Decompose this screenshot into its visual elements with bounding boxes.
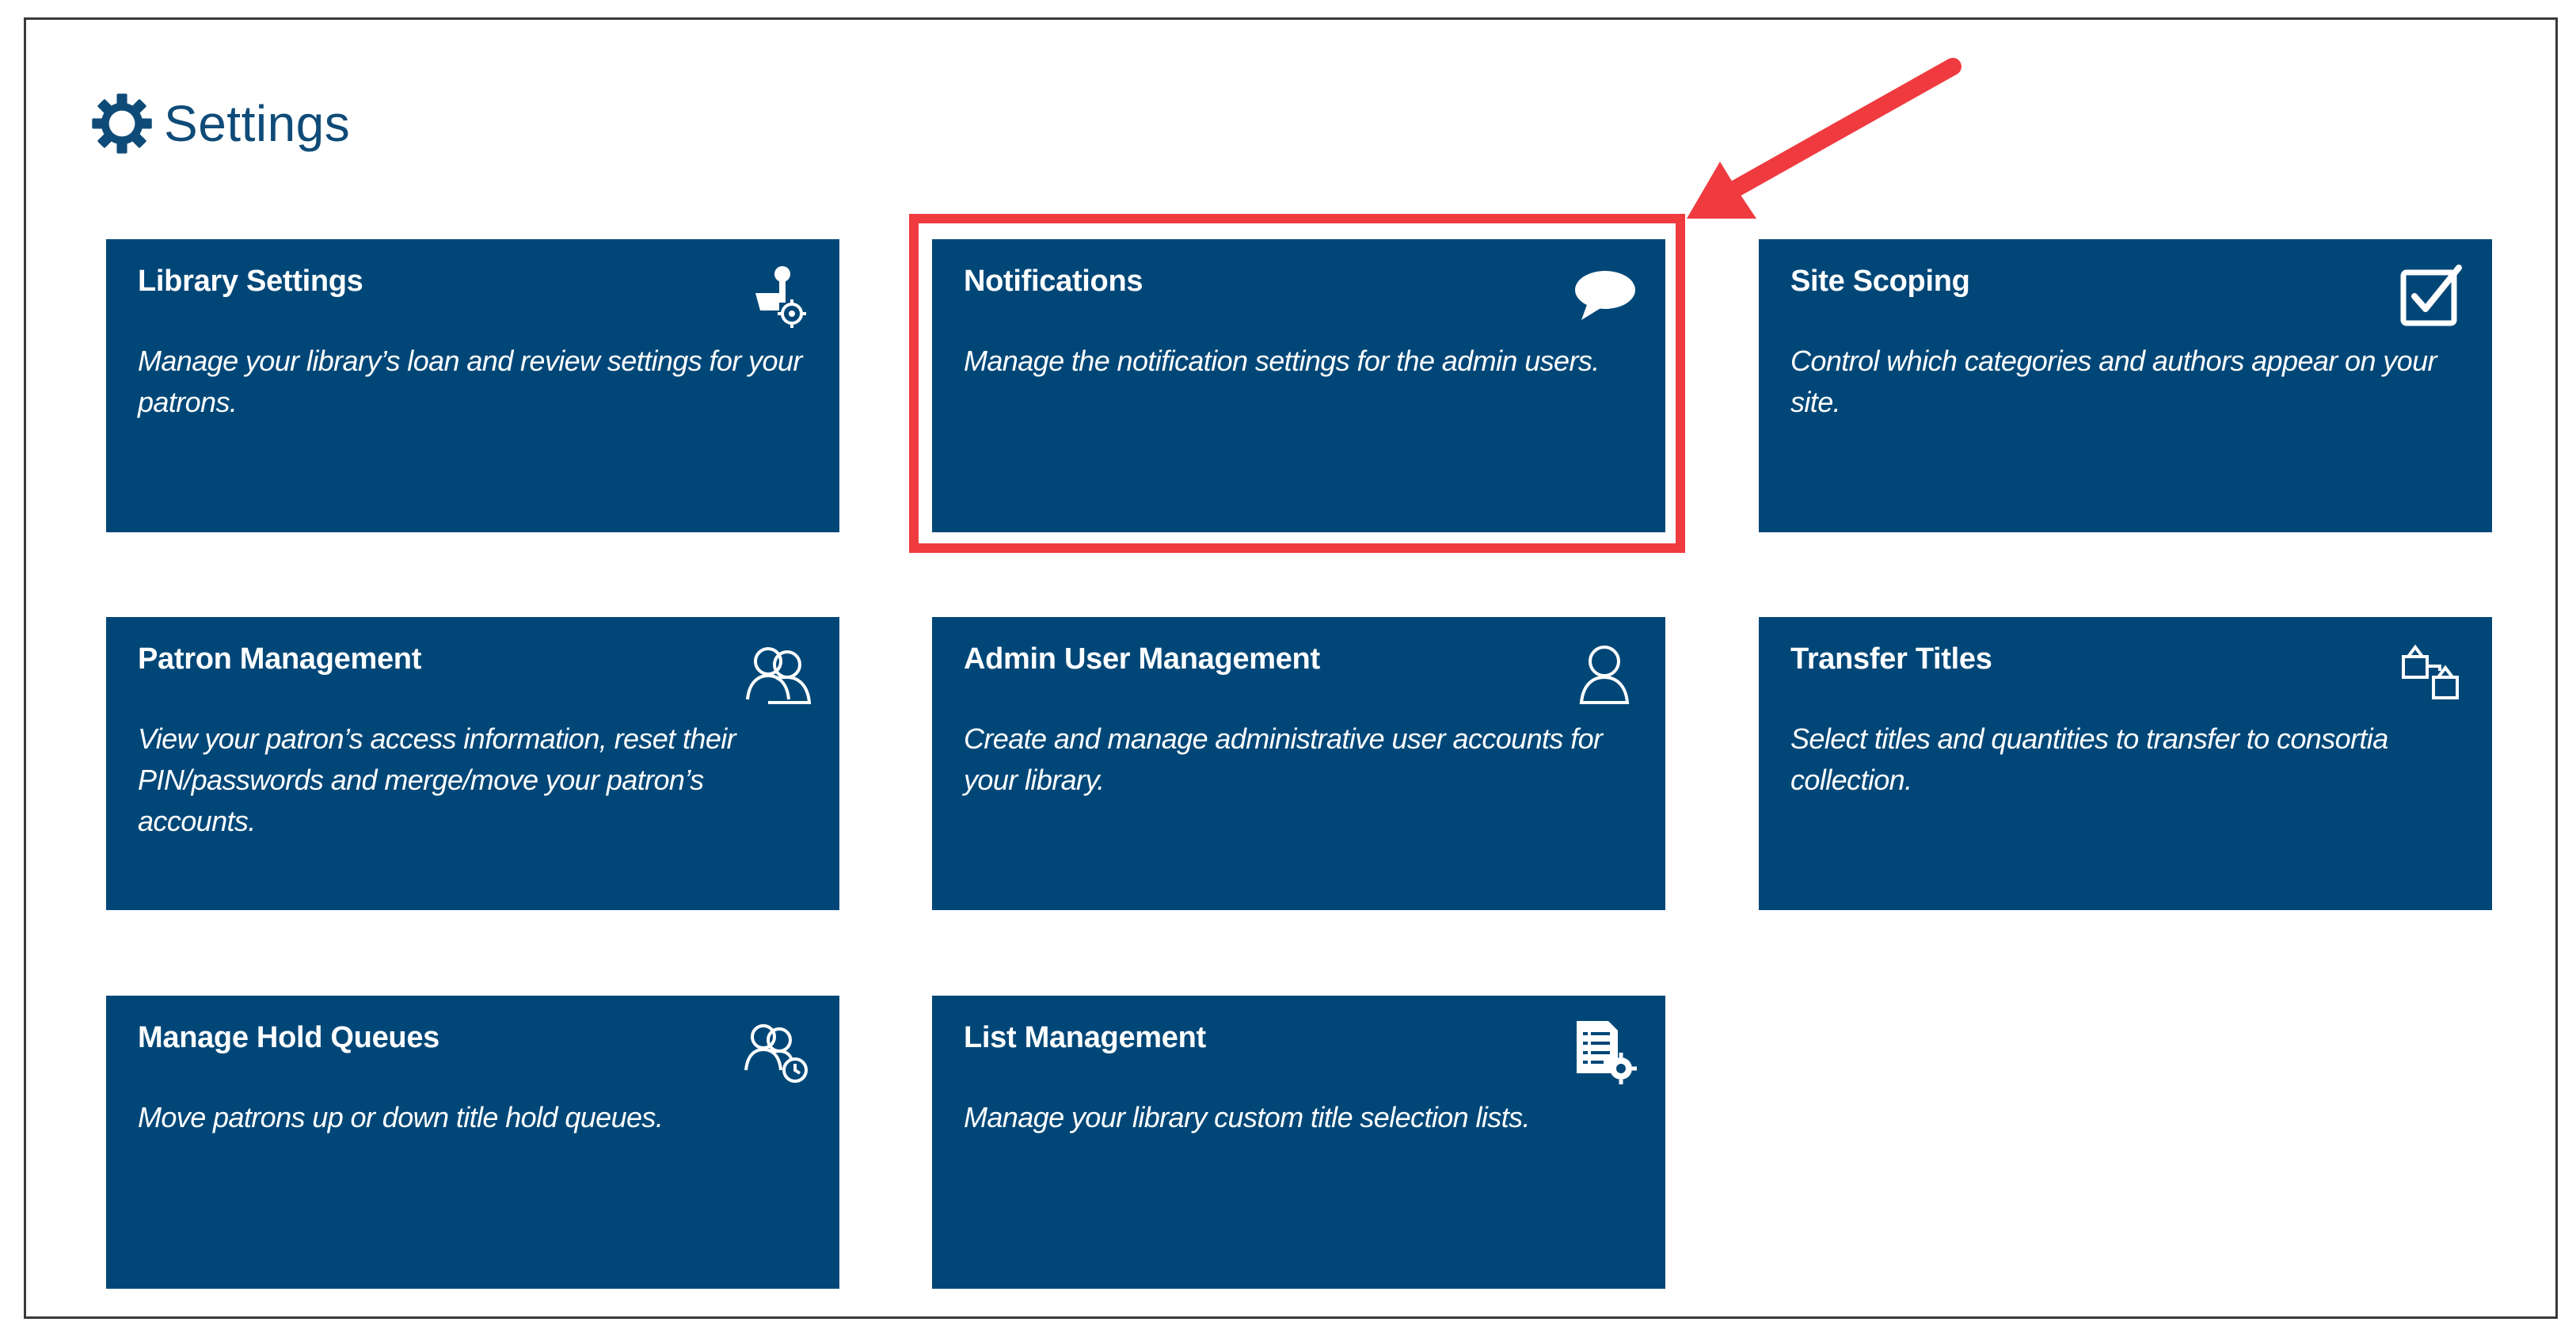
tile-title: Notifications (964, 265, 1143, 298)
tile-title: Site Scoping (1790, 265, 1970, 298)
tile-description: Create and manage administrative user ac… (964, 722, 1603, 796)
tile-title: List Management (964, 1021, 1206, 1054)
tile-admin-user-management[interactable]: Admin User Management Create and manage … (932, 617, 1665, 910)
tile-manage-hold-queues[interactable]: Manage Hold Queues Move patrons up or do… (106, 996, 839, 1289)
tile-description: Move patrons up or down title hold queue… (138, 1101, 664, 1133)
library-settings-icon (744, 261, 812, 330)
list-settings-icon (1570, 1018, 1638, 1086)
transfer-icon (2397, 639, 2465, 707)
hold-queue-icon (744, 1018, 812, 1086)
tile-description: Select titles and quantities to transfer… (1790, 722, 2388, 796)
page-title: Settings (164, 95, 351, 152)
tile-notifications[interactable]: Notifications Manage the notification se… (932, 239, 1665, 532)
page-header: Settings (89, 88, 350, 159)
settings-page: Settings Library Settings Manage your li… (24, 17, 2558, 1319)
tile-title: Admin User Management (964, 642, 1320, 676)
tile-library-settings[interactable]: Library Settings Manage your library’s l… (106, 239, 839, 532)
tile-description: Manage your library custom title selecti… (964, 1101, 1531, 1133)
tile-description: Control which categories and authors app… (1790, 345, 2437, 418)
tile-transfer-titles[interactable]: Transfer Titles Select titles and quanti… (1759, 617, 2492, 910)
tile-patron-management[interactable]: Patron Management View your patron’s acc… (106, 617, 839, 910)
checkbox-checked-icon (2397, 261, 2465, 330)
tile-description: Manage your library’s loan and review se… (138, 345, 802, 418)
tile-list-management[interactable]: List Management Manage your library cust… (932, 996, 1665, 1289)
users-icon (744, 639, 812, 707)
tile-title: Patron Management (138, 642, 422, 676)
tile-description: Manage the notification settings for the… (964, 345, 1600, 377)
tile-site-scoping[interactable]: Site Scoping Control which categories an… (1759, 239, 2492, 532)
tile-description: View your patron’s access information, r… (138, 722, 736, 837)
gear-icon (92, 93, 152, 154)
tile-title: Library Settings (138, 265, 363, 298)
speech-bubble-icon (1570, 261, 1638, 330)
tile-title: Transfer Titles (1790, 642, 1992, 676)
user-icon (1570, 639, 1638, 707)
tile-title: Manage Hold Queues (138, 1021, 440, 1054)
